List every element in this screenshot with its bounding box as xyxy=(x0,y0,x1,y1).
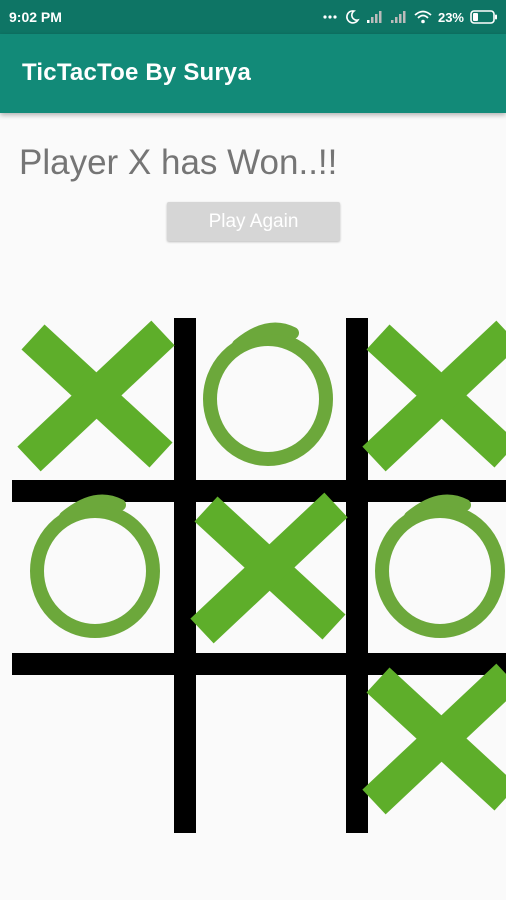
status-icons: 23% xyxy=(322,7,498,27)
battery-percent: 23% xyxy=(437,9,464,25)
board-cell-3-x-mark[interactable] xyxy=(360,315,506,475)
board-cell-5-x-mark[interactable] xyxy=(188,487,348,647)
status-bar: 9:02 PM 23% xyxy=(0,0,506,34)
board-canvas xyxy=(12,315,506,833)
board-cell-6-o-mark[interactable] xyxy=(360,487,506,647)
status-time: 9:02 PM xyxy=(9,9,62,25)
board-cell-7[interactable] xyxy=(15,658,175,818)
signal-icon xyxy=(366,10,384,24)
win-message: Player X has Won..!! xyxy=(19,143,338,182)
battery-icon xyxy=(470,10,498,24)
board-cell-1-x-mark[interactable] xyxy=(15,315,175,475)
board-cell-9-x-mark[interactable] xyxy=(360,658,506,818)
board-cell-2-o-mark[interactable] xyxy=(188,315,348,475)
game-board xyxy=(0,310,506,840)
app-bar: TicTacToe By Surya xyxy=(0,34,506,113)
wifi-icon xyxy=(414,10,432,24)
board-cell-8[interactable] xyxy=(188,658,348,818)
signal-icon xyxy=(390,10,408,24)
play-again-button[interactable]: Play Again xyxy=(167,202,340,241)
dots-icon xyxy=(322,9,338,25)
moon-icon xyxy=(344,9,360,25)
board-cell-4-o-mark[interactable] xyxy=(15,487,175,647)
app-title: TicTacToe By Surya xyxy=(22,59,252,86)
